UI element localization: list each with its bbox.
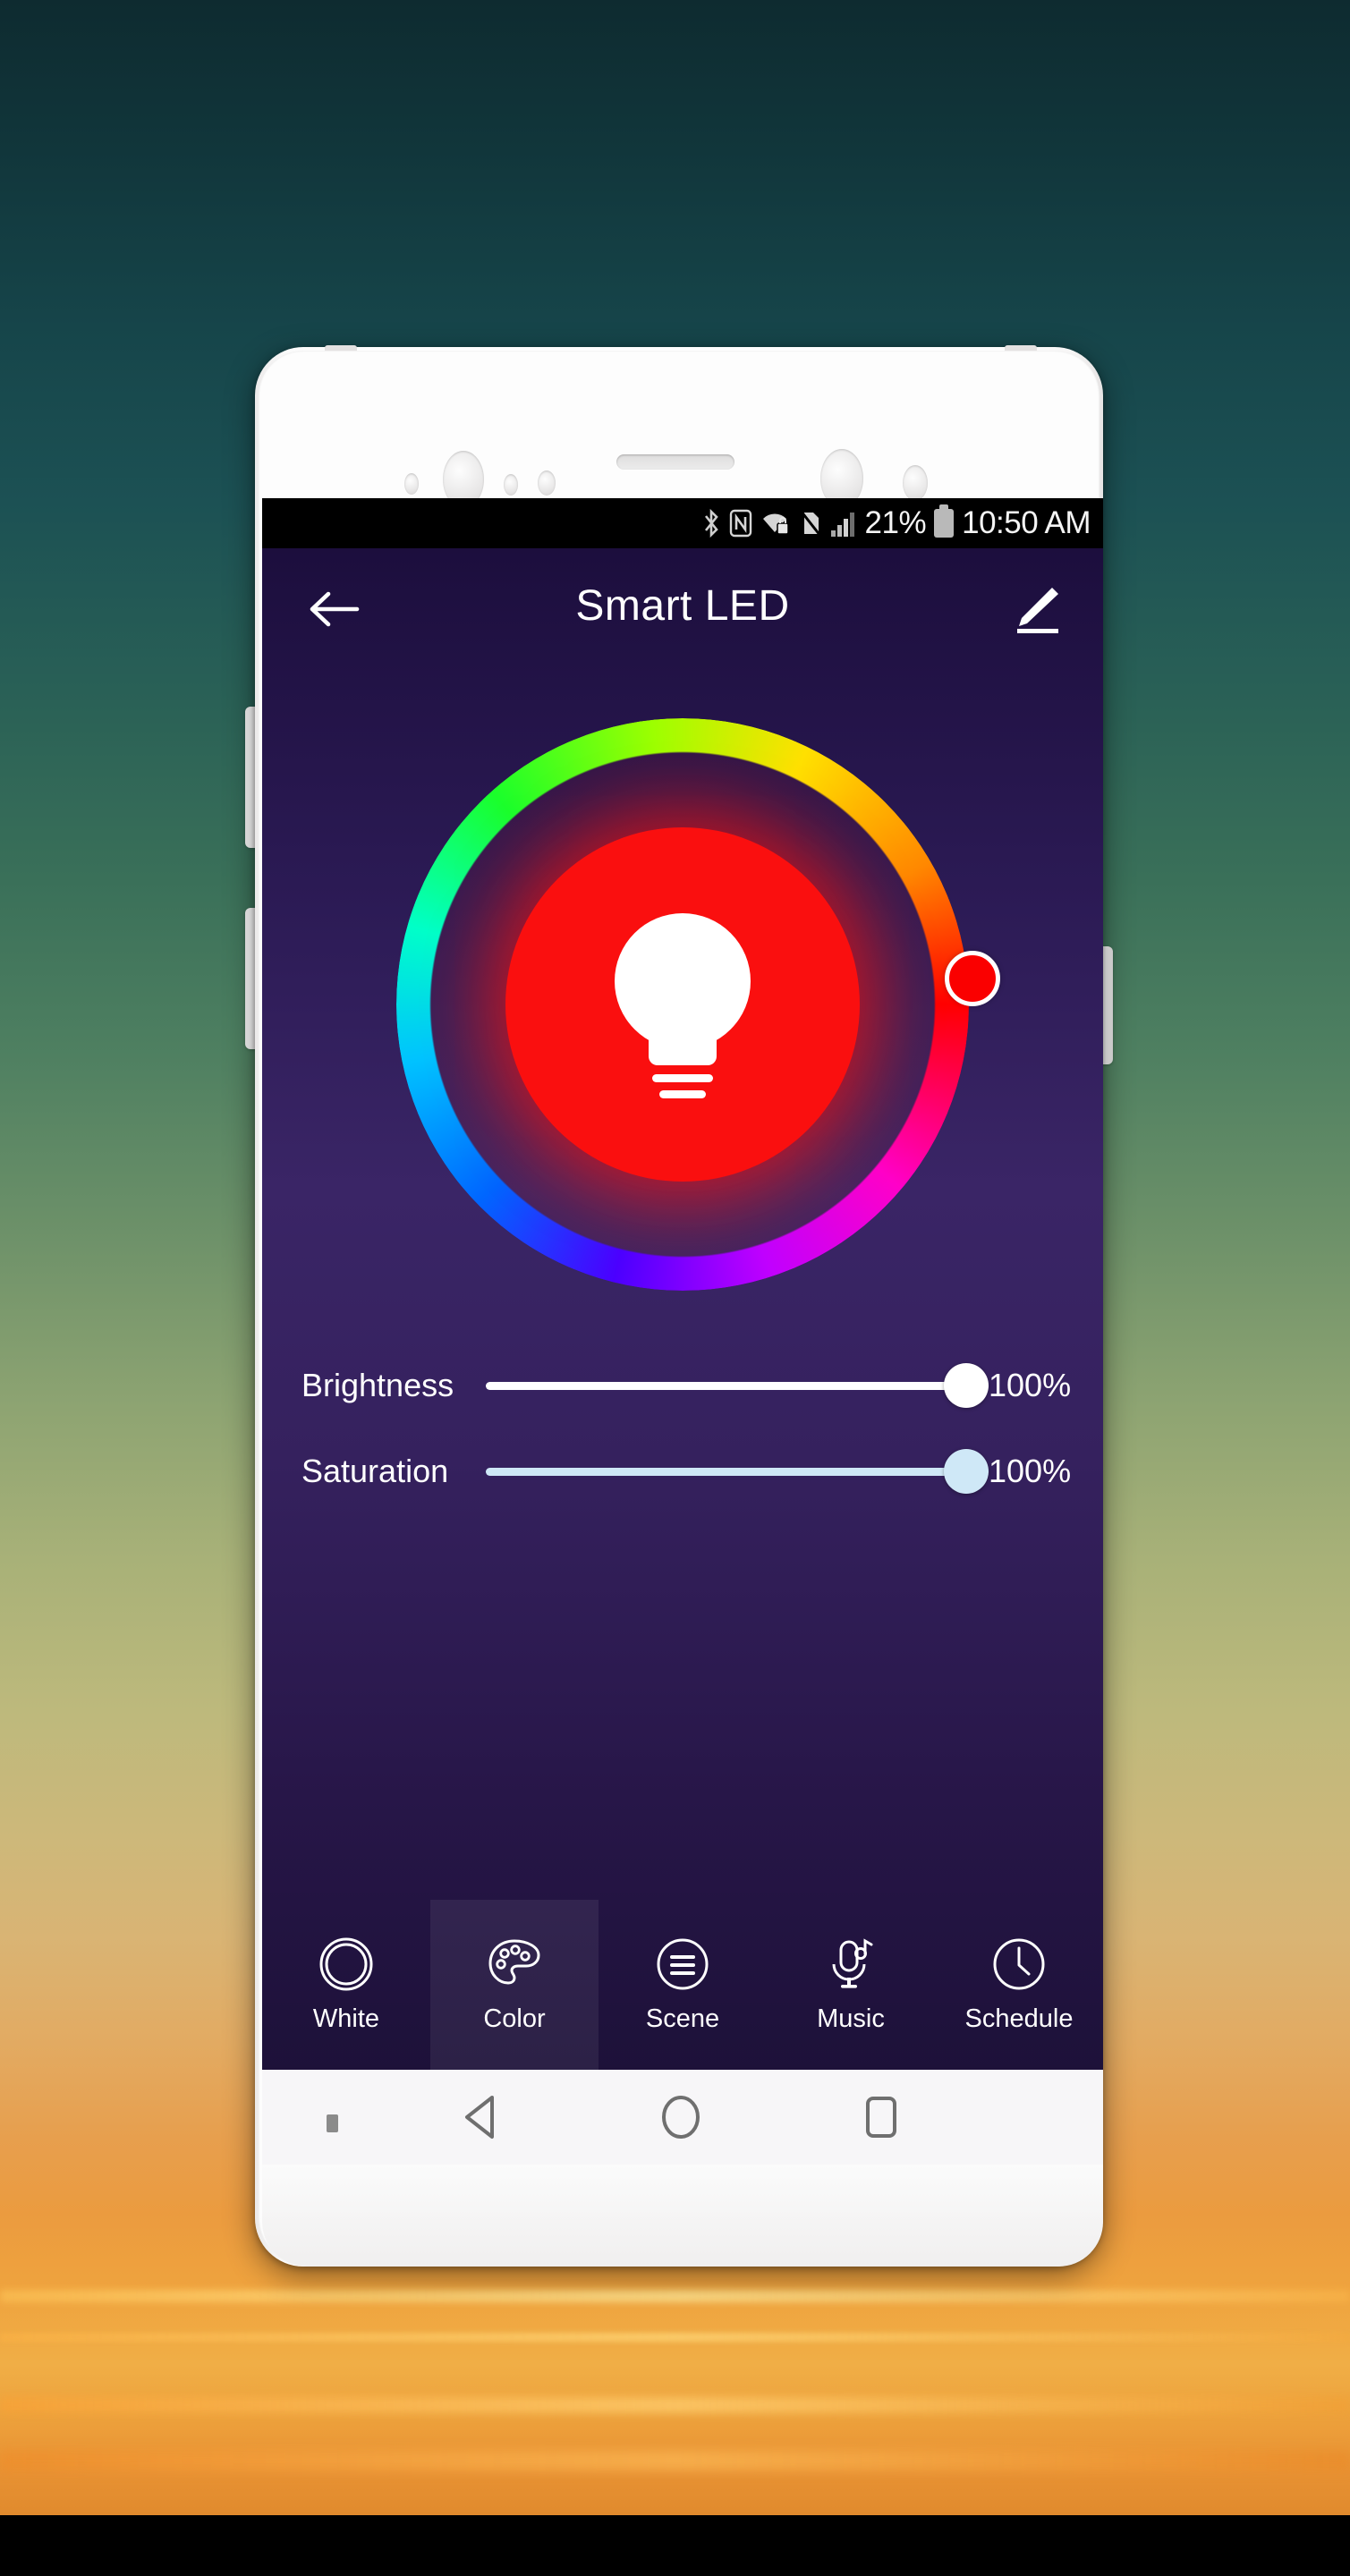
signal-bars-icon: [830, 509, 857, 538]
color-wheel-thumb[interactable]: [945, 951, 1000, 1006]
bottom-tab-bar: White Color Scene Music Schedule: [262, 1900, 1103, 2070]
brightness-value: 100%: [989, 1367, 1072, 1403]
clock-icon: [991, 1936, 1047, 1992]
bottom-black-bar: [0, 2515, 1350, 2576]
bluetooth-icon: [701, 508, 721, 538]
saturation-track: [486, 1467, 989, 1476]
tab-color-label: Color: [483, 2004, 546, 2033]
tab-schedule[interactable]: Schedule: [935, 1900, 1103, 2070]
sensor-dot: [404, 473, 419, 495]
tab-scene-label: Scene: [645, 2004, 720, 2033]
nfc-icon: [729, 509, 752, 538]
saturation-slider[interactable]: [486, 1445, 989, 1498]
saturation-knob[interactable]: [944, 1449, 989, 1494]
sensor-dot: [538, 470, 556, 496]
tab-scene[interactable]: Scene: [599, 1900, 767, 2070]
page-title: Smart LED: [575, 581, 790, 630]
cloud-streak: [0, 2397, 1350, 2413]
brightness-track: [486, 1381, 989, 1390]
tab-music-label: Music: [817, 2004, 885, 2033]
android-nav-bar: [262, 2070, 1103, 2165]
nav-hide-dot-icon[interactable]: [327, 2114, 338, 2132]
earpiece-speaker: [616, 454, 734, 470]
tab-schedule-label: Schedule: [964, 2004, 1074, 2033]
brightness-slider-row: Brightness 100%: [262, 1343, 1103, 1428]
smart-led-app: Smart LED Brightness 100% Saturation 100…: [262, 548, 1103, 2070]
scene-lines-icon: [655, 1936, 710, 1992]
brightness-slider[interactable]: [486, 1359, 989, 1412]
double-circle-icon: [318, 1936, 374, 1992]
nav-recents-square-icon[interactable]: [828, 2070, 935, 2165]
phone-chin: [262, 2165, 1103, 2267]
saturation-value: 100%: [989, 1453, 1072, 1489]
sensor-dot: [903, 465, 928, 501]
saturation-slider-row: Saturation 100%: [262, 1428, 1103, 1514]
brightness-label: Brightness: [301, 1367, 454, 1403]
color-wheel-area: [262, 663, 1103, 1343]
no-sim-icon: [799, 509, 822, 538]
battery-percent-text: 21%: [864, 505, 927, 540]
cloud-streak: [0, 2451, 1350, 2470]
light-bulb-icon: [615, 913, 751, 1098]
back-arrow-icon[interactable]: [307, 589, 361, 629]
tab-white-label: White: [312, 2004, 380, 2033]
battery-icon: [934, 504, 955, 538]
phone-device: 21% 10:50 AM Smart LED Brightness 100% S…: [255, 345, 1103, 2267]
phone-screen: 21% 10:50 AM Smart LED Brightness 100% S…: [262, 498, 1103, 2070]
pencil-edit-icon[interactable]: [1010, 582, 1064, 634]
tab-white[interactable]: White: [262, 1900, 430, 2070]
saturation-label: Saturation: [301, 1453, 449, 1489]
microphone-note-icon: [823, 1936, 879, 1992]
tab-color[interactable]: Color: [430, 1900, 599, 2070]
nav-home-circle-icon[interactable]: [627, 2070, 734, 2165]
brightness-knob[interactable]: [944, 1363, 989, 1408]
tab-music[interactable]: Music: [767, 1900, 935, 2070]
wifi-lock-icon: [760, 509, 791, 538]
cloud-streak: [0, 2290, 1350, 2302]
power-bulb-button[interactable]: [505, 827, 860, 1182]
clock-text: 10:50 AM: [962, 505, 1091, 540]
screenshot-root: 21% 10:50 AM Smart LED Brightness 100% S…: [0, 0, 1350, 2576]
sensor-dot: [504, 474, 518, 496]
palette-icon: [487, 1936, 542, 1992]
status-bar: 21% 10:50 AM: [262, 498, 1103, 548]
phone-body: 21% 10:50 AM Smart LED Brightness 100% S…: [259, 351, 1103, 2267]
cloud-streak: [0, 2333, 1350, 2342]
nav-back-triangle-icon[interactable]: [429, 2070, 536, 2165]
app-bar: Smart LED: [262, 548, 1103, 663]
